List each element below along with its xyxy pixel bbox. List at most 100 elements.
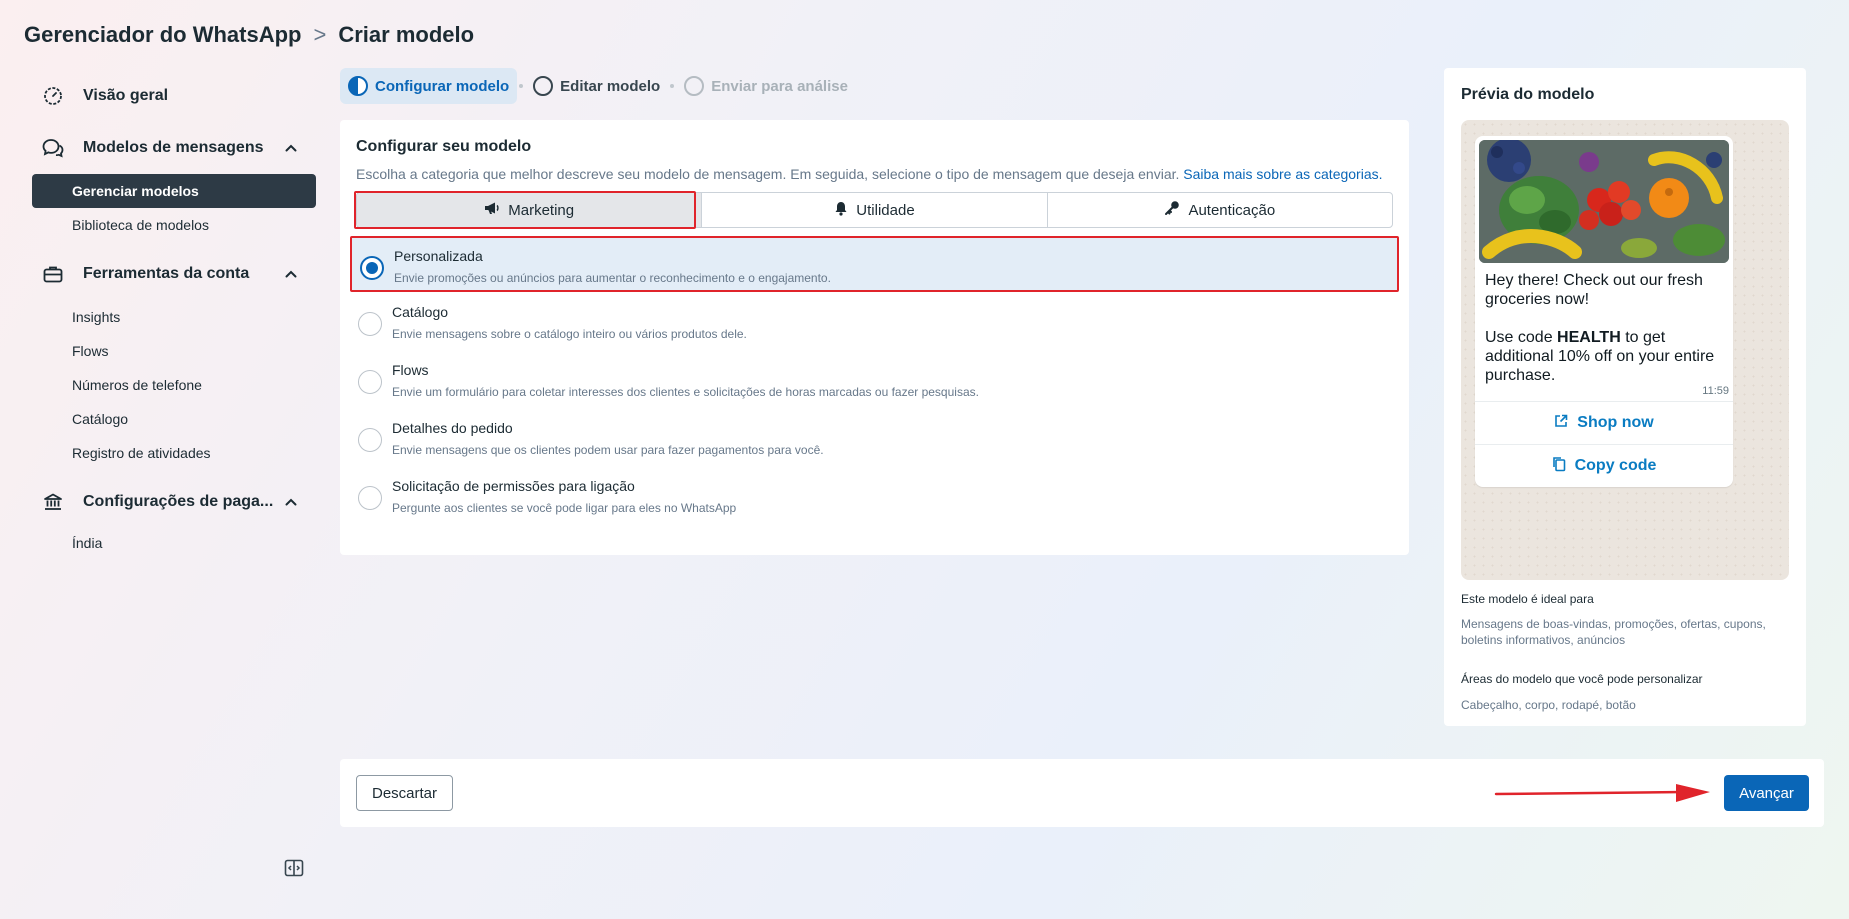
option-description: Pergunte aos clientes se você pode ligar… <box>392 501 737 515</box>
radio-button[interactable] <box>358 428 382 452</box>
step-configure[interactable]: Configurar modelo <box>340 68 518 104</box>
collapse-sidebar-icon[interactable] <box>284 858 304 878</box>
sidebar-section-payments[interactable]: Configurações de paga... <box>32 486 316 518</box>
dashboard-gauge-icon <box>42 85 64 107</box>
category-tabs: Marketing Utilidade Autenticação <box>356 192 1393 228</box>
customizable-areas-text: Cabeçalho, corpo, rodapé, botão <box>1461 698 1636 712</box>
sidebar-section-templates[interactable]: Modelos de mensagens <box>32 132 316 164</box>
bell-icon <box>834 201 848 220</box>
sidebar-section-label: Ferramentas da conta <box>83 265 250 282</box>
chevron-up-icon[interactable] <box>284 267 298 281</box>
tab-marketing[interactable]: Marketing <box>357 193 703 227</box>
message-timestamp: 11:59 <box>1702 385 1729 397</box>
sidebar-item-template-library[interactable]: Biblioteca de modelos <box>32 208 316 242</box>
option-flows[interactable]: Flows Envie um formulário para coletar i… <box>350 352 1399 408</box>
tab-label: Marketing <box>508 201 575 219</box>
sidebar-item-label: Registro de atividades <box>72 445 211 461</box>
step-label: Editar modelo <box>560 77 661 95</box>
option-title: Personalizada <box>394 248 483 264</box>
tab-label: Utilidade <box>856 201 915 219</box>
section-description: Escolha a categoria que melhor descreve … <box>356 166 1383 182</box>
radio-button[interactable] <box>358 486 382 510</box>
option-title: Solicitação de permissões para ligação <box>392 478 635 494</box>
breadcrumb-separator: > <box>313 22 327 47</box>
copy-icon <box>1552 456 1566 477</box>
tab-label: Autenticação <box>1188 201 1276 219</box>
step-label: Enviar para análise <box>711 77 848 95</box>
megaphone-icon <box>484 201 500 219</box>
half-filled-circle-icon <box>348 76 368 96</box>
chevron-up-icon[interactable] <box>284 495 298 509</box>
sidebar-item-catalog[interactable]: Catálogo <box>32 402 316 436</box>
breadcrumb: Gerenciador do WhatsApp > Criar modelo <box>24 22 474 48</box>
message-text: Use code <box>1485 329 1558 346</box>
whatsapp-chat-background: Hey there! Check out our fresh groceries… <box>1461 120 1789 580</box>
radio-button[interactable] <box>358 312 382 336</box>
step-edit[interactable]: Editar modelo <box>525 68 668 104</box>
sidebar-section-label: Modelos de mensagens <box>83 139 264 156</box>
step-submit: Enviar para análise <box>676 68 856 104</box>
sidebar-section-label: Configurações de paga... <box>83 493 274 510</box>
next-button[interactable]: Avançar <box>1724 775 1809 811</box>
button-label: Copy code <box>1574 457 1657 474</box>
empty-circle-icon <box>684 76 705 96</box>
sidebar-item-label: Catálogo <box>72 411 129 427</box>
chevron-up-icon[interactable] <box>284 141 298 155</box>
option-custom[interactable]: Personalizada Envie promoções ou anúncio… <box>350 236 1399 292</box>
description-text: Escolha a categoria que melhor descreve … <box>356 166 1180 182</box>
option-description: Envie promoções ou anúncios para aumenta… <box>394 271 831 285</box>
empty-circle-icon <box>533 76 554 96</box>
option-catalog[interactable]: Catálogo Envie mensagens sobre o catálog… <box>350 294 1399 350</box>
option-title: Catálogo <box>392 304 449 320</box>
sidebar-item-label: Números de telefone <box>72 377 202 393</box>
tab-authentication[interactable]: Autenticação <box>1048 193 1392 227</box>
sidebar-section-tools[interactable]: Ferramentas da conta <box>32 258 316 290</box>
message-body: Hey there! Check out our fresh groceries… <box>1475 267 1733 385</box>
sidebar-item-label: Insights <box>72 309 121 325</box>
shop-now-button[interactable]: Shop now <box>1475 401 1733 444</box>
sidebar-item-manage-templates[interactable]: Gerenciar modelos <box>32 174 316 208</box>
learn-more-link[interactable]: Saiba mais sobre as categorias. <box>1183 166 1382 182</box>
breadcrumb-app[interactable]: Gerenciador do WhatsApp <box>24 22 301 48</box>
radio-button[interactable] <box>360 256 384 280</box>
preview-title: Prévia do modelo <box>1461 86 1595 103</box>
option-description: Envie mensagens sobre o catálogo inteiro… <box>392 327 747 341</box>
annotation-arrow <box>1494 783 1714 810</box>
sidebar-item-label: Índia <box>72 535 103 551</box>
template-preview-panel: Prévia do modelo Hey there! Check out ou… <box>1444 68 1806 726</box>
message-line: Use code HEALTH to get additional 10% of… <box>1485 328 1723 385</box>
message-bubble: Hey there! Check out our fresh groceries… <box>1475 136 1733 487</box>
ideal-for-text: Mensagens de boas-vindas, promoções, ofe… <box>1461 617 1766 647</box>
option-call-permission[interactable]: Solicitação de permissões para ligação P… <box>350 468 1399 524</box>
ideal-for-title: Este modelo é ideal para <box>1461 592 1594 606</box>
sidebar-item-overview[interactable]: Visão geral <box>32 80 316 112</box>
sidebar-item-flows[interactable]: Flows <box>32 334 316 368</box>
sidebar-item-label: Visão geral <box>83 87 169 104</box>
briefcase-icon <box>42 263 64 285</box>
message-line: Hey there! Check out our fresh groceries… <box>1485 272 1703 308</box>
sidebar-item-activity-log[interactable]: Registro de atividades <box>32 436 316 470</box>
sidebar-item-insights[interactable]: Insights <box>32 300 316 334</box>
sidebar-item-phone-numbers[interactable]: Números de telefone <box>32 368 316 402</box>
key-icon <box>1164 200 1180 220</box>
tab-utility[interactable]: Utilidade <box>702 193 1048 227</box>
groceries-image <box>1479 140 1729 263</box>
option-title: Detalhes do pedido <box>392 420 513 436</box>
sidebar-item-label: Gerenciar modelos <box>72 183 199 199</box>
sidebar-item-label: Biblioteca de modelos <box>72 217 209 233</box>
sidebar-item-label: Flows <box>72 343 109 359</box>
step-separator <box>670 84 675 88</box>
customizable-areas-title: Áreas do modelo que você pode personaliz… <box>1461 672 1703 686</box>
sidebar-item-india[interactable]: Índia <box>32 526 316 560</box>
progress-stepper: Configurar modelo Editar modelo Enviar p… <box>340 68 856 104</box>
copy-code-button[interactable]: Copy code <box>1475 444 1733 487</box>
option-order-details[interactable]: Detalhes do pedido Envie mensagens que o… <box>350 410 1399 466</box>
promo-code: HEALTH <box>1557 329 1621 346</box>
external-link-icon <box>1554 414 1568 433</box>
radio-button[interactable] <box>358 370 382 394</box>
step-label: Configurar modelo <box>375 77 510 95</box>
step-separator <box>519 84 524 88</box>
discard-button[interactable]: Descartar <box>356 775 453 811</box>
bank-icon <box>42 491 64 513</box>
sidebar: Visão geral Modelos de mensagens Gerenci… <box>32 80 316 560</box>
